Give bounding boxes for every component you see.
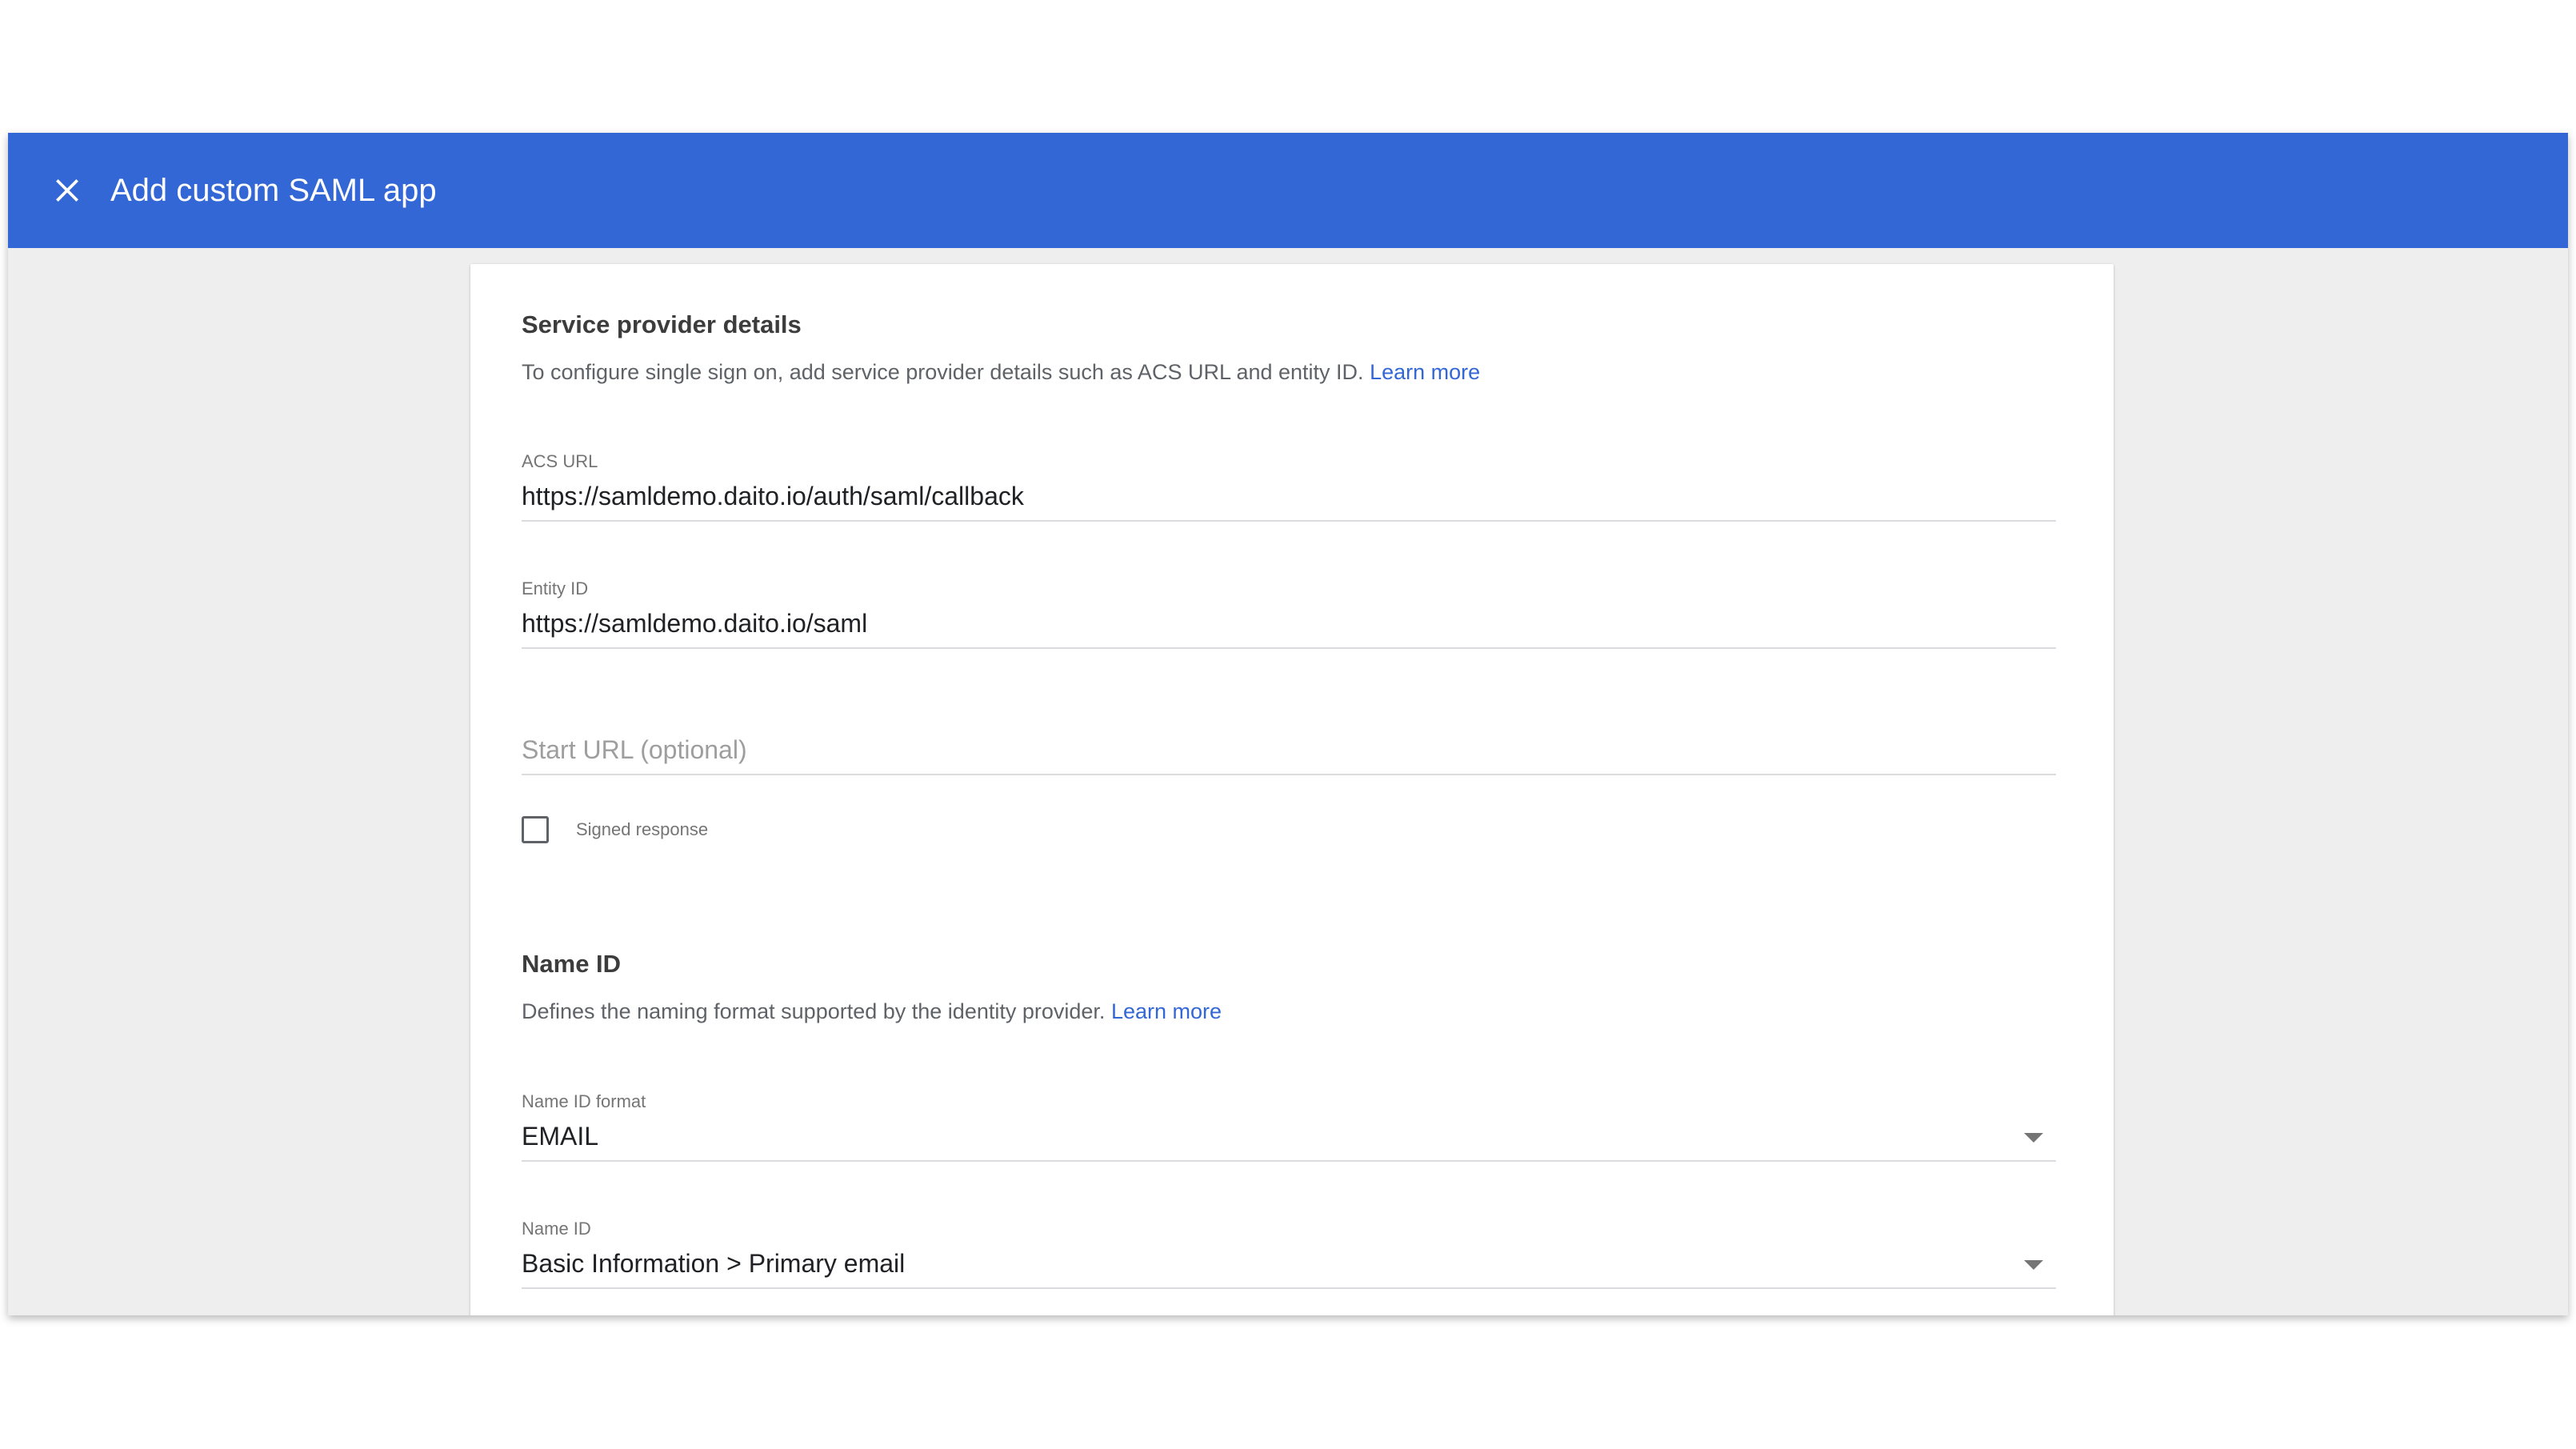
name-id-title: Name ID — [522, 950, 622, 978]
service-provider-title: Service provider details — [522, 310, 802, 338]
service-provider-description: To configure single sign on, add service… — [522, 360, 1480, 385]
acs-url-field[interactable]: ACS URL https://samldemo.daito.io/auth/s… — [522, 451, 2056, 531]
entity-id-underline — [522, 647, 2056, 649]
name-id-learn-more-link[interactable]: Learn more — [1111, 999, 1222, 1023]
chevron-down-icon[interactable] — [2024, 1260, 2043, 1270]
app-bar: Add custom SAML app — [8, 133, 2568, 248]
service-provider-description-text: To configure single sign on, add service… — [522, 360, 1364, 384]
name-id-description-text: Defines the naming format supported by t… — [522, 999, 1106, 1023]
name-id-value[interactable]: Basic Information > Primary email — [522, 1249, 2002, 1279]
name-id-format-value[interactable]: EMAIL — [522, 1122, 2002, 1151]
page-title: Add custom SAML app — [110, 173, 437, 208]
name-id-format-underline — [522, 1160, 2056, 1162]
form-card: Service provider details To configure si… — [470, 264, 2114, 1315]
name-id-format-select[interactable]: Name ID format EMAIL — [522, 1091, 2056, 1171]
name-id-format-label: Name ID format — [522, 1091, 646, 1111]
close-button[interactable] — [43, 166, 91, 214]
start-url-underline — [522, 774, 2056, 775]
entity-id-label: Entity ID — [522, 578, 589, 598]
name-id-label: Name ID — [522, 1219, 591, 1239]
chevron-down-icon[interactable] — [2024, 1133, 2043, 1143]
signed-response-row[interactable]: Signed response — [522, 813, 708, 847]
start-url-field[interactable] — [522, 705, 2056, 785]
entity-id-value[interactable]: https://samldemo.daito.io/saml — [522, 609, 2002, 638]
name-id-description: Defines the naming format supported by t… — [522, 999, 1222, 1024]
app-window: Add custom SAML app Service provider det… — [8, 133, 2568, 1315]
entity-id-field[interactable]: Entity ID https://samldemo.daito.io/saml — [522, 578, 2056, 658]
acs-url-label: ACS URL — [522, 451, 598, 471]
name-id-underline — [522, 1287, 2056, 1289]
service-provider-learn-more-link[interactable]: Learn more — [1370, 360, 1480, 384]
close-icon — [56, 179, 78, 202]
start-url-input[interactable] — [522, 735, 2002, 765]
name-id-select[interactable]: Name ID Basic Information > Primary emai… — [522, 1219, 2056, 1299]
acs-url-value[interactable]: https://samldemo.daito.io/auth/saml/call… — [522, 482, 2002, 511]
signed-response-checkbox[interactable] — [522, 816, 549, 843]
acs-url-underline — [522, 520, 2056, 522]
signed-response-label: Signed response — [576, 819, 709, 839]
